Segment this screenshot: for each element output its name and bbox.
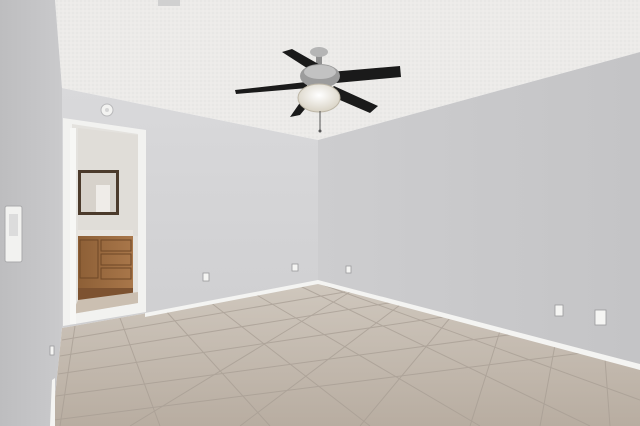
- room-photo: [0, 0, 640, 426]
- bathroom-doorway: [63, 118, 146, 326]
- mirror: [78, 170, 119, 215]
- ceiling-vent: [158, 0, 180, 6]
- smoke-detector: [100, 103, 114, 117]
- bathroom-vanity: [78, 230, 133, 300]
- thermostat: [4, 205, 23, 263]
